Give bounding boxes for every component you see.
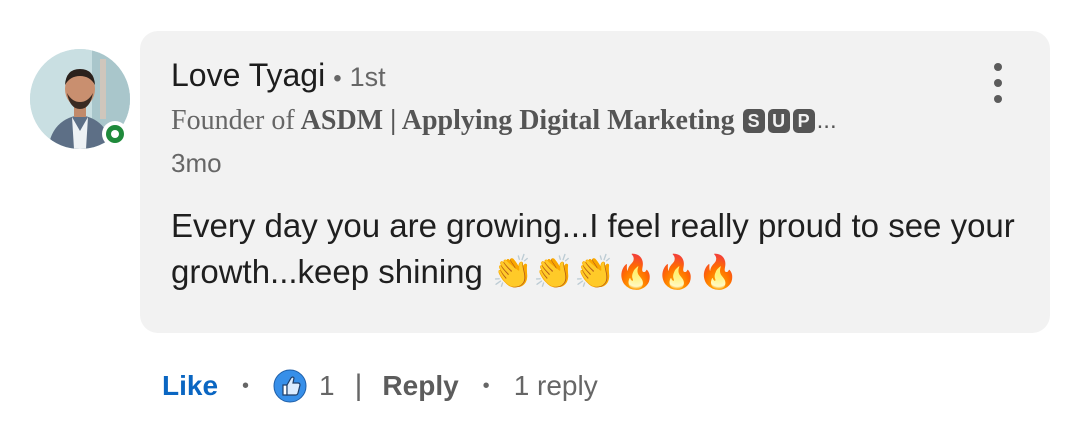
more-dot [994, 63, 1002, 71]
online-status-icon [102, 121, 128, 147]
comment-emojis: 👏👏👏🔥🔥🔥 [492, 253, 739, 290]
action-separator: • [482, 374, 490, 397]
boxed-letter: P [792, 109, 815, 133]
headline-prefix: Founder of [171, 105, 295, 136]
online-status-dot [106, 125, 124, 143]
headline-ellipsis: ... [816, 107, 837, 134]
more-dot [994, 95, 1002, 103]
comment-card: Love Tyagi • 1st Founder of ASDM | Apply… [0, 0, 1080, 443]
thumbs-up-reaction-icon[interactable] [273, 369, 307, 403]
comment-timestamp: 3mo [171, 148, 222, 178]
action-divider: | [354, 369, 363, 402]
author-name[interactable]: Love Tyagi [171, 57, 325, 94]
like-button[interactable]: Like [162, 370, 218, 402]
action-separator: • [242, 374, 250, 397]
author-headline[interactable]: Founder of ASDM | Applying Digital Marke… [171, 105, 837, 137]
more-options-icon[interactable] [988, 63, 1008, 103]
connection-degree: 1st [349, 62, 386, 92]
headline-org: ASDM | Applying Digital Marketing [300, 105, 735, 136]
reply-button[interactable]: Reply [382, 370, 458, 402]
name-separator: • [333, 65, 342, 92]
replies-count-link[interactable]: 1 reply [514, 370, 598, 402]
comment-text-block: Every day you are growing...I feel reall… [171, 203, 1021, 295]
comment-bubble: Love Tyagi • 1st Founder of ASDM | Apply… [140, 31, 1050, 333]
headline-boxed-letters: S U P [742, 109, 815, 133]
boxed-letter: U [767, 109, 790, 133]
more-dot [994, 79, 1002, 87]
comment-actions: Like • 1 | Reply • 1 reply [162, 366, 598, 406]
boxed-letter: S [742, 109, 765, 133]
reaction-count[interactable]: 1 [319, 370, 335, 402]
author-row: Love Tyagi • 1st [171, 57, 386, 94]
